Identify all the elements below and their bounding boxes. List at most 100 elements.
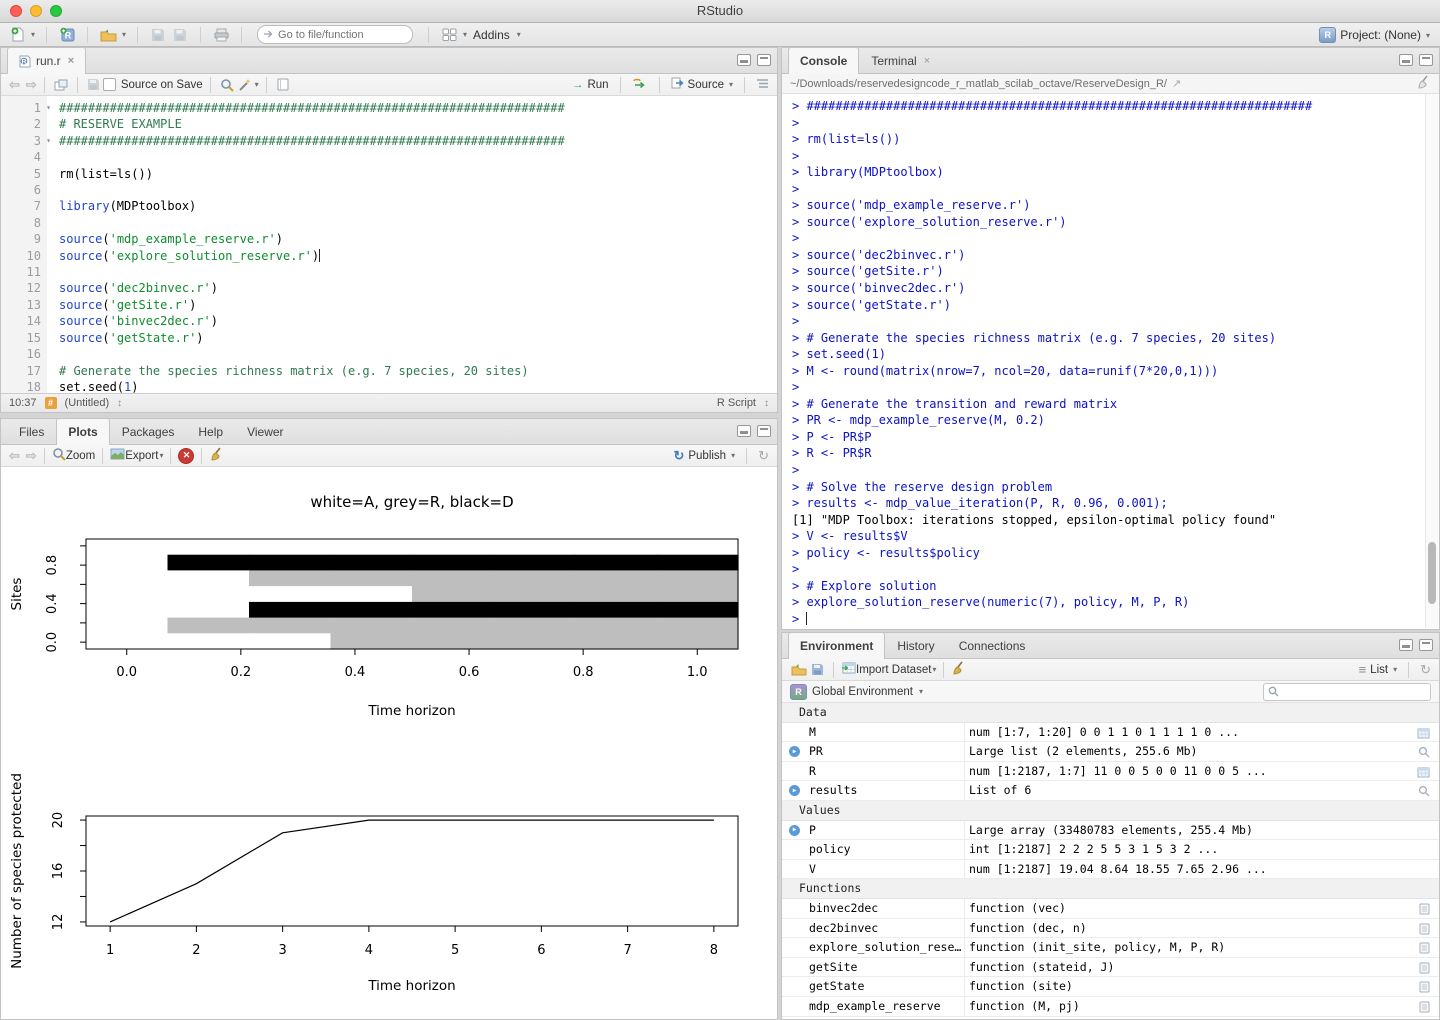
import-dataset-dropdown-icon[interactable]: ▾ <box>932 665 936 674</box>
addins-grid-icon[interactable] <box>440 25 458 45</box>
minimize-window-button[interactable] <box>30 5 42 17</box>
view-object-icon[interactable] <box>1419 1000 1430 1019</box>
code-tools-wand-icon[interactable] <box>236 75 254 95</box>
fold-arrow-icon[interactable]: ▾ <box>46 133 51 149</box>
env-row-binvec2dec[interactable]: binvec2decfunction (vec) <box>782 899 1439 919</box>
env-row-r[interactable]: Rnum [1:2187, 1:7] 11 0 0 5 0 0 11 0 0 5… <box>782 762 1439 782</box>
expand-object-icon[interactable]: ▶ <box>789 746 800 757</box>
expand-object-icon[interactable]: ▶ <box>789 825 800 836</box>
view-object-icon[interactable] <box>1418 784 1430 804</box>
env-row-pr[interactable]: ▶PRLarge list (2 elements, 255.6 Mb) <box>782 742 1439 762</box>
code-editor[interactable]: 1▾23▾45678910111213141516171819 ########… <box>1 96 777 393</box>
rerun-icon[interactable] <box>632 77 648 92</box>
env-row-dec2binvec[interactable]: dec2binvecfunction (dec, n) <box>782 919 1439 939</box>
tab-run-r[interactable]: R run.r × <box>7 47 86 74</box>
code-line[interactable]: source('getState.r') <box>59 330 565 346</box>
remove-plot-icon[interactable]: ✕ <box>178 448 194 464</box>
close-window-button[interactable] <box>10 5 22 17</box>
compile-report-icon[interactable] <box>274 75 292 95</box>
env-row-policy[interactable]: policyint [1:2187] 2 2 2 5 5 3 1 5 3 2 .… <box>782 840 1439 860</box>
run-button[interactable]: Run <box>587 79 608 91</box>
env-row-explore-solution-rese-[interactable]: explore_solution_rese…function (init_sit… <box>782 938 1439 958</box>
load-workspace-icon[interactable] <box>790 660 808 680</box>
new-file-icon[interactable] <box>8 25 26 45</box>
tab-viewer[interactable]: Viewer <box>235 418 295 444</box>
clear-plots-broom-icon[interactable] <box>209 447 224 464</box>
console-scrollbar[interactable] <box>1425 94 1438 628</box>
list-view-dropdown-icon[interactable]: ▾ <box>1393 665 1397 674</box>
import-dataset-button[interactable]: Import Dataset <box>856 664 931 676</box>
save-icon[interactable] <box>149 25 167 45</box>
save-source-icon[interactable] <box>85 75 103 95</box>
publish-button[interactable]: Publish <box>688 450 726 462</box>
scope-selector[interactable]: (Untitled) <box>65 397 110 409</box>
tab-files[interactable]: Files <box>7 418 56 444</box>
previous-plot-icon[interactable]: ⇦ <box>9 448 20 464</box>
environment-search-input[interactable] <box>1263 683 1431 701</box>
code-tools-dropdown-icon[interactable]: ▾ <box>255 80 259 89</box>
refresh-plot-icon[interactable]: ↻ <box>758 448 769 464</box>
tab-packages[interactable]: Packages <box>110 418 187 444</box>
source-on-save-checkbox[interactable] <box>103 78 116 91</box>
export-dropdown-icon[interactable]: ▾ <box>159 451 163 460</box>
maximize-pane-icon[interactable] <box>757 425 771 437</box>
code-line[interactable]: # Generate the species richness matrix (… <box>59 363 565 379</box>
save-all-icon[interactable] <box>171 25 189 45</box>
code-line[interactable] <box>59 215 565 231</box>
tab-terminal[interactable]: Terminal× <box>859 47 942 73</box>
code-line[interactable] <box>59 182 565 198</box>
popout-window-icon[interactable] <box>52 75 70 95</box>
code-line[interactable]: source('binvec2dec.r') <box>59 313 565 329</box>
expand-object-icon[interactable]: ▶ <box>789 785 800 796</box>
env-row-getstate[interactable]: getStatefunction (site) <box>782 977 1439 997</box>
source-dropdown-icon[interactable]: ▾ <box>729 80 733 89</box>
code-line[interactable]: source('getSite.r') <box>59 297 565 313</box>
code-line[interactable] <box>59 346 565 362</box>
minimize-pane-icon[interactable] <box>737 425 751 437</box>
code-line[interactable]: source('dec2binvec.r') <box>59 280 565 296</box>
code-line[interactable]: library(MDPtoolbox) <box>59 198 565 214</box>
zoom-window-button[interactable] <box>50 5 62 17</box>
print-icon[interactable] <box>212 25 230 45</box>
code-line[interactable]: source('mdp_example_reserve.r') <box>59 231 565 247</box>
project-selector[interactable]: R Project: (None) ▾ <box>1319 23 1430 47</box>
new-project-icon[interactable]: R <box>58 25 76 45</box>
code-line[interactable]: ########################################… <box>59 133 565 149</box>
export-plot-button[interactable]: Export <box>125 450 158 462</box>
maximize-pane-icon[interactable] <box>757 54 771 66</box>
env-row-m[interactable]: Mnum [1:7, 1:20] 0 0 1 1 0 1 1 1 1 0 ... <box>782 723 1439 743</box>
maximize-pane-icon[interactable] <box>1419 639 1433 651</box>
close-terminal-icon[interactable]: × <box>924 55 930 67</box>
tab-connections[interactable]: Connections <box>947 632 1038 658</box>
fold-arrow-icon[interactable]: ▾ <box>46 100 51 116</box>
minimize-pane-icon[interactable] <box>1399 639 1413 651</box>
code-line[interactable]: set.seed(1) <box>59 379 565 393</box>
code-line[interactable]: source('explore_solution_reserve.r') <box>59 248 565 264</box>
open-file-dropdown-icon[interactable]: ▾ <box>122 30 126 39</box>
editor-code[interactable]: ########################################… <box>47 96 565 393</box>
environment-scope-selector[interactable]: Global Environment <box>812 686 913 698</box>
tab-history[interactable]: History <box>885 632 946 658</box>
code-line[interactable]: # RESERVE EXAMPLE <box>59 116 565 132</box>
console-scrollbar-thumb[interactable] <box>1428 542 1436 604</box>
env-row-v[interactable]: Vnum [1:2187] 19.04 8.64 18.55 7.65 2.96… <box>782 860 1439 880</box>
save-workspace-icon[interactable] <box>808 660 826 680</box>
next-plot-icon[interactable]: ⇨ <box>26 448 37 464</box>
forward-icon[interactable]: ⇨ <box>26 77 37 93</box>
code-line[interactable] <box>59 149 565 165</box>
document-outline-icon[interactable] <box>756 78 769 92</box>
close-tab-icon[interactable]: × <box>68 55 74 67</box>
env-row-p[interactable]: ▶PLarge array (33480783 elements, 255.4 … <box>782 821 1439 841</box>
goto-file-input[interactable] <box>257 25 413 44</box>
addins-menu[interactable]: Addins <box>473 28 510 42</box>
source-button[interactable]: Source <box>688 79 724 91</box>
clear-console-broom-icon[interactable] <box>1416 75 1431 92</box>
tab-plots[interactable]: Plots <box>56 418 109 445</box>
console-output[interactable]: > ######################################… <box>782 94 1425 629</box>
addins-dropdown-icon[interactable]: ▾ <box>517 30 521 39</box>
filetype-selector[interactable]: R Script <box>717 397 756 409</box>
list-view-selector[interactable]: List <box>1370 664 1388 676</box>
minimize-pane-icon[interactable] <box>1399 54 1413 66</box>
env-row-results[interactable]: ▶resultsList of 6 <box>782 781 1439 801</box>
zoom-plot-button[interactable]: Zoom <box>66 450 95 462</box>
